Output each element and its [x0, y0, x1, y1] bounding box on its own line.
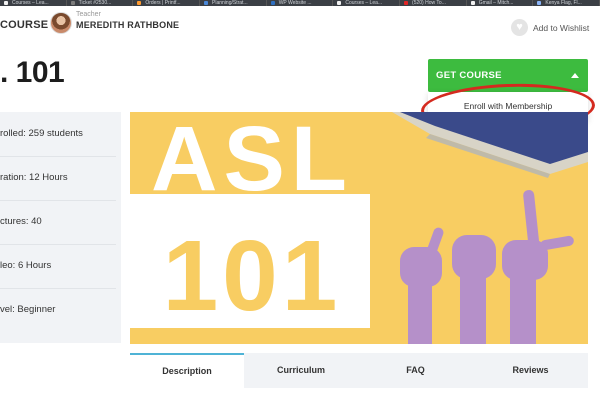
course-title: . 101 [0, 56, 65, 89]
hero-title-asl: ASL [151, 112, 353, 210]
chevron-up-icon[interactable] [571, 73, 579, 78]
info-enrolled: rolled: 259 students [0, 112, 116, 157]
course-category-label: COURSE [0, 19, 49, 31]
course-tabs: Description Curriculum FAQ Reviews [130, 353, 588, 388]
add-to-wishlist-link[interactable]: Add to Wishlist [533, 23, 589, 33]
tab-curriculum[interactable]: Curriculum [244, 353, 358, 388]
get-course-label: GET COURSE [436, 70, 502, 81]
tab-favicon-icon [4, 1, 8, 5]
tab-favicon-icon [537, 1, 542, 5]
teacher-name[interactable]: MEREDITH RATHBONE [76, 20, 179, 30]
heart-icon[interactable]: ♥ [511, 19, 528, 36]
course-header: COURSE Teacher MEREDITH RATHBONE ♥ Add t… [0, 6, 600, 40]
tab-description[interactable]: Description [130, 353, 244, 388]
info-lectures: ctures: 40 [0, 200, 116, 245]
hero-title-101: 101 [163, 220, 342, 332]
tab-faq[interactable]: FAQ [358, 353, 473, 388]
book-illustration [392, 112, 588, 178]
tab-favicon-icon [470, 1, 475, 5]
info-level: vel: Beginner [0, 304, 56, 315]
tab-favicon-icon [270, 1, 275, 5]
info-video: leo: 6 Hours [0, 244, 116, 289]
tab-favicon-icon [70, 1, 75, 5]
tab-favicon-icon [137, 1, 142, 5]
info-duration: ration: 12 Hours [0, 156, 116, 201]
course-info-box: rolled: 259 students ration: 12 Hours ct… [0, 112, 121, 343]
tab-reviews[interactable]: Reviews [473, 353, 588, 388]
tab-favicon-icon [337, 1, 342, 5]
teacher-role-label: Teacher [76, 11, 101, 18]
signing-hands-illustration [400, 190, 574, 344]
hero-illustration: ASL 101 [130, 112, 588, 344]
course-hero-image: ASL 101 [130, 112, 588, 344]
teacher-avatar[interactable] [50, 12, 72, 34]
tab-favicon-icon [204, 1, 209, 5]
tab-favicon-icon [404, 1, 409, 5]
